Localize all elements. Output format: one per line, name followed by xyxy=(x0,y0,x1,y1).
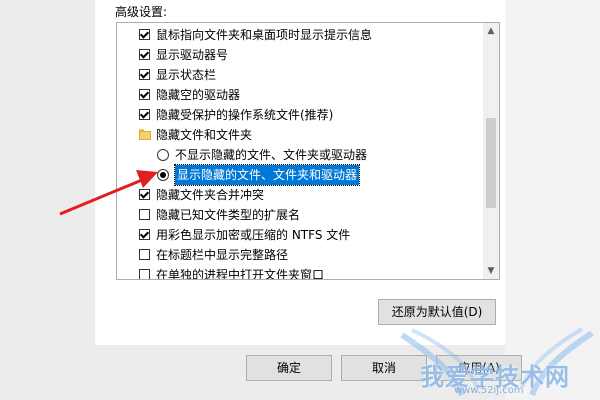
cancel-button[interactable]: 取消 xyxy=(341,355,427,381)
checkbox-checked-icon[interactable] xyxy=(139,69,150,80)
checkbox-option[interactable]: 隐藏文件夹合并冲突 xyxy=(117,185,483,205)
option-label: 鼠标指向文件夹和桌面项时显示提示信息 xyxy=(156,28,373,42)
scroll-thumb[interactable] xyxy=(486,118,496,208)
checkbox-option[interactable]: 用彩色显示加密或压缩的 NTFS 文件 xyxy=(117,225,483,245)
radio-unselected-icon[interactable] xyxy=(157,149,169,161)
checkbox-option[interactable]: 隐藏已知文件类型的扩展名 xyxy=(117,205,483,225)
option-label: 隐藏受保护的操作系统文件(推荐) xyxy=(156,108,334,122)
apply-button[interactable]: 应用(A) xyxy=(436,355,522,381)
option-label: 隐藏空的驱动器 xyxy=(156,88,241,102)
checkbox-checked-icon[interactable] xyxy=(139,109,150,120)
group-header: 隐藏文件和文件夹 xyxy=(117,125,483,145)
background-strip xyxy=(505,0,600,400)
radio-selected-icon[interactable] xyxy=(157,169,169,181)
option-label: 隐藏文件和文件夹 xyxy=(156,128,253,142)
restore-defaults-button[interactable]: 还原为默认值(D) xyxy=(378,299,496,325)
checkbox-option[interactable]: 在单独的进程中打开文件夹窗口 xyxy=(117,265,483,280)
option-label: 显示隐藏的文件、文件夹和驱动器 xyxy=(173,164,361,186)
radio-option[interactable]: 显示隐藏的文件、文件夹和驱动器 xyxy=(117,164,483,186)
option-label: 隐藏文件夹合并冲突 xyxy=(156,188,265,202)
checkbox-option[interactable]: 显示状态栏 xyxy=(117,65,483,85)
checkbox-checked-icon[interactable] xyxy=(139,189,150,200)
checkbox-checked-icon[interactable] xyxy=(139,49,150,60)
checkbox-unchecked-icon[interactable] xyxy=(139,209,150,220)
checkbox-checked-icon[interactable] xyxy=(139,89,150,100)
vertical-scrollbar[interactable]: ▲ ▼ xyxy=(483,23,499,279)
checkbox-checked-icon[interactable] xyxy=(139,229,150,240)
checkbox-unchecked-icon[interactable] xyxy=(139,269,150,279)
checkbox-unchecked-icon[interactable] xyxy=(139,249,150,260)
advanced-settings-title: 高级设置: xyxy=(115,5,168,19)
checkbox-option[interactable]: 隐藏空的驱动器 xyxy=(117,85,483,105)
checkbox-option[interactable]: 在标题栏中显示完整路径 xyxy=(117,245,483,265)
folder-icon xyxy=(139,129,151,140)
option-label: 不显示隐藏的文件、文件夹或驱动器 xyxy=(175,148,368,162)
checkbox-option[interactable]: 隐藏受保护的操作系统文件(推荐) xyxy=(117,105,483,125)
option-label: 显示状态栏 xyxy=(156,68,217,82)
option-label: 在单独的进程中打开文件夹窗口 xyxy=(156,268,325,280)
ok-button[interactable]: 确定 xyxy=(246,355,332,381)
checkbox-checked-icon[interactable] xyxy=(139,29,150,40)
option-label: 在标题栏中显示完整路径 xyxy=(156,248,289,262)
scroll-down-arrow-icon[interactable]: ▼ xyxy=(483,263,499,279)
advanced-settings-list[interactable]: 鼠标指向文件夹和桌面项时显示提示信息 显示驱动器号 显示状态栏隐藏空的驱动器隐藏受保… xyxy=(116,22,500,280)
scroll-up-arrow-icon[interactable]: ▲ xyxy=(483,23,499,39)
option-label: 用彩色显示加密或压缩的 NTFS 文件 xyxy=(156,228,351,242)
settings-tree: 鼠标指向文件夹和桌面项时显示提示信息 显示驱动器号 显示状态栏隐藏空的驱动器隐藏受保… xyxy=(117,25,483,280)
radio-option[interactable]: 不显示隐藏的文件、文件夹或驱动器 xyxy=(117,145,483,165)
checkbox-option[interactable]: 显示驱动器号 xyxy=(117,45,483,65)
option-label: 显示驱动器号 xyxy=(156,48,229,62)
option-label: 隐藏已知文件类型的扩展名 xyxy=(156,208,301,222)
checkbox-option[interactable]: 鼠标指向文件夹和桌面项时显示提示信息 xyxy=(117,25,483,45)
